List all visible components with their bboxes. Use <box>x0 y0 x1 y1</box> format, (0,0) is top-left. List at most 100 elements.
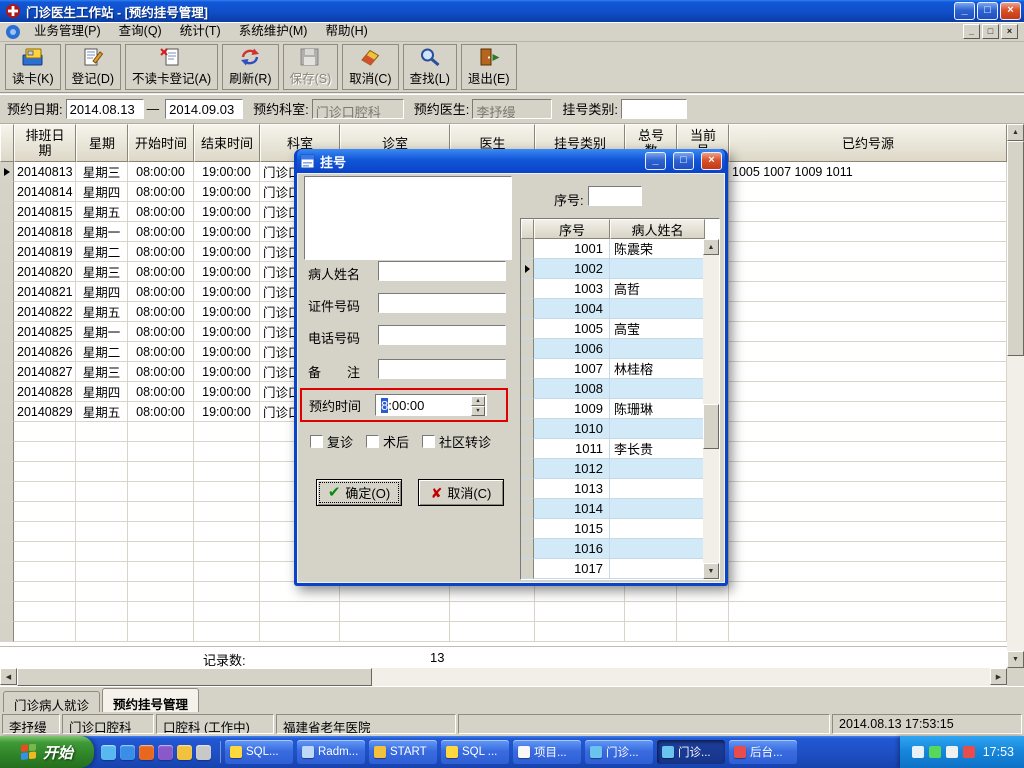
media-player-icon[interactable] <box>139 744 154 760</box>
menu-item-0[interactable]: 业务管理(P) <box>25 22 110 41</box>
menu-item-4[interactable]: 帮助(H) <box>316 22 376 41</box>
confirm-button[interactable]: ✔ 确定(O) <box>316 479 402 506</box>
dialog-field-input-3[interactable] <box>378 359 506 379</box>
column-header-10[interactable]: 已约号源 <box>729 124 1007 162</box>
spin-down-icon[interactable]: ▼ <box>471 406 485 416</box>
toolbar-register-nocard-button[interactable]: 不读卡登记(A) <box>125 44 219 90</box>
column-header-1[interactable]: 星期 <box>76 124 128 162</box>
scroll-right-icon[interactable]: ▶ <box>990 668 1007 685</box>
schedule-row[interactable] <box>0 602 1007 622</box>
close-button[interactable]: × <box>1000 2 1021 20</box>
taskbar-task-2[interactable]: START <box>369 740 437 764</box>
row-indicator-cell <box>0 182 14 202</box>
grid-row[interactable]: 1004 <box>521 299 705 319</box>
grid-row[interactable]: 1006 <box>521 339 705 359</box>
child-minimize-button[interactable]: _ <box>963 24 980 39</box>
toolbar-exit-button[interactable]: 退出(E) <box>460 44 517 90</box>
dialog-field-input-0[interactable] <box>378 261 506 281</box>
appointment-time-input[interactable]: 8:00:00 ▲ ▼ <box>375 394 487 416</box>
serial-number-input[interactable] <box>588 186 642 206</box>
grid-row[interactable]: 1014 <box>521 499 705 519</box>
grid-scroll-thumb[interactable] <box>703 404 719 449</box>
toolbar-register-button[interactable]: 登记(D) <box>64 44 122 90</box>
grid-row[interactable]: 1008 <box>521 379 705 399</box>
tab-1[interactable]: 预约挂号管理 <box>102 688 200 712</box>
scroll-left-icon[interactable]: ◀ <box>0 668 17 685</box>
taskbar-task-6[interactable]: 门诊... <box>657 740 725 764</box>
minimize-button[interactable]: _ <box>954 2 975 20</box>
grid-cell-name <box>610 419 705 439</box>
mail-icon[interactable] <box>196 744 211 760</box>
date-from-input[interactable]: 2014.08.13 <box>65 98 144 119</box>
menu-item-3[interactable]: 系统维护(M) <box>230 22 317 41</box>
grid-scroll-down-icon[interactable]: ▼ <box>703 563 719 579</box>
grid-row[interactable]: 1017 <box>521 559 705 579</box>
taskbar-task-3[interactable]: SQL ... <box>441 740 509 764</box>
grid-row[interactable]: 1015 <box>521 519 705 539</box>
dialog-close-button[interactable]: × <box>701 152 722 170</box>
checkbox-0[interactable]: 复诊 <box>310 432 353 451</box>
taskbar-task-4[interactable]: 项目... <box>513 740 581 764</box>
child-restore-button[interactable]: □ <box>982 24 999 39</box>
grid-row[interactable]: 1003 高哲 <box>521 279 705 299</box>
date-to-input[interactable]: 2014.09.03 <box>165 98 244 119</box>
grid-row[interactable]: 1010 <box>521 419 705 439</box>
column-header-3[interactable]: 结束时间 <box>194 124 260 162</box>
vertical-scroll-thumb[interactable] <box>1007 141 1024 356</box>
taskbar-task-1[interactable]: Radm... <box>297 740 365 764</box>
grid-row[interactable]: 1009 陈珊琳 <box>521 399 705 419</box>
grid-row[interactable]: 1013 <box>521 479 705 499</box>
column-header-2[interactable]: 开始时间 <box>128 124 194 162</box>
checkbox-1[interactable]: 术后 <box>366 432 409 451</box>
grid-row[interactable]: 1007 林桂榕 <box>521 359 705 379</box>
spin-up-icon[interactable]: ▲ <box>471 396 485 406</box>
checkbox-2[interactable]: 社区转诊 <box>422 432 491 451</box>
grid-row[interactable]: 1011 李长贵 <box>521 439 705 459</box>
restore-button[interactable]: □ <box>977 2 998 20</box>
tray-icons <box>911 746 975 758</box>
folder-icon[interactable] <box>177 744 192 760</box>
desktop-icon[interactable] <box>120 744 135 760</box>
dialog-field-input-2[interactable] <box>378 325 506 345</box>
dialog-title-bar[interactable]: 挂号 _ □ × <box>297 149 725 173</box>
toolbar-button-label: 查找(L) <box>409 72 450 86</box>
app-icon[interactable] <box>158 744 173 760</box>
horizontal-scroll-thumb[interactable] <box>17 668 372 686</box>
taskbar-task-7[interactable]: 后台... <box>729 740 797 764</box>
toolbar-cancel-button[interactable]: 取消(C) <box>342 44 399 90</box>
child-close-button[interactable]: × <box>1001 24 1018 39</box>
toolbar-refresh-button[interactable]: 刷新(R) <box>222 44 279 90</box>
toolbar-card-reader-button[interactable]: 读卡(K) <box>5 44 61 90</box>
horizontal-scroll-track[interactable] <box>372 668 990 686</box>
menu-item-2[interactable]: 统计(T) <box>171 22 230 41</box>
task-icon <box>734 746 746 758</box>
type-filter-input[interactable] <box>621 98 687 119</box>
toolbar-find-button[interactable]: 查找(L) <box>402 44 457 90</box>
vertical-scrollbar[interactable]: ▲ ▼ <box>1007 124 1024 668</box>
horizontal-scrollbar[interactable]: ◀ ▶ <box>0 668 1007 686</box>
dialog-minimize-button[interactable]: _ <box>645 152 666 170</box>
cancel-button[interactable]: ✘ 取消(C) <box>418 479 504 506</box>
grid-column-header-0[interactable]: 序号 <box>534 219 610 239</box>
ie-icon[interactable] <box>101 744 116 760</box>
grid-row[interactable]: 1016 <box>521 539 705 559</box>
cell-date <box>14 422 76 442</box>
start-button[interactable]: 开始 <box>0 736 94 768</box>
menu-item-1[interactable]: 查询(Q) <box>110 22 171 41</box>
grid-scrollbar[interactable]: ▲ ▼ <box>703 239 719 579</box>
tab-0[interactable]: 门诊病人就诊 <box>3 691 101 713</box>
grid-row[interactable]: 1002 <box>521 259 705 279</box>
scroll-down-icon[interactable]: ▼ <box>1007 651 1024 668</box>
grid-row[interactable]: 1001 陈震荣 <box>521 239 705 259</box>
scroll-up-icon[interactable]: ▲ <box>1007 124 1024 141</box>
schedule-row[interactable] <box>0 622 1007 642</box>
grid-row[interactable]: 1005 高莹 <box>521 319 705 339</box>
dialog-field-input-1[interactable] <box>378 293 506 313</box>
taskbar-task-0[interactable]: SQL... <box>225 740 293 764</box>
grid-scroll-up-icon[interactable]: ▲ <box>703 239 719 255</box>
grid-column-header-1[interactable]: 病人姓名 <box>610 219 705 239</box>
dialog-maximize-button[interactable]: □ <box>673 152 694 170</box>
grid-row[interactable]: 1012 <box>521 459 705 479</box>
column-header-0[interactable]: 排班日期 <box>14 124 76 162</box>
taskbar-task-5[interactable]: 门诊... <box>585 740 653 764</box>
